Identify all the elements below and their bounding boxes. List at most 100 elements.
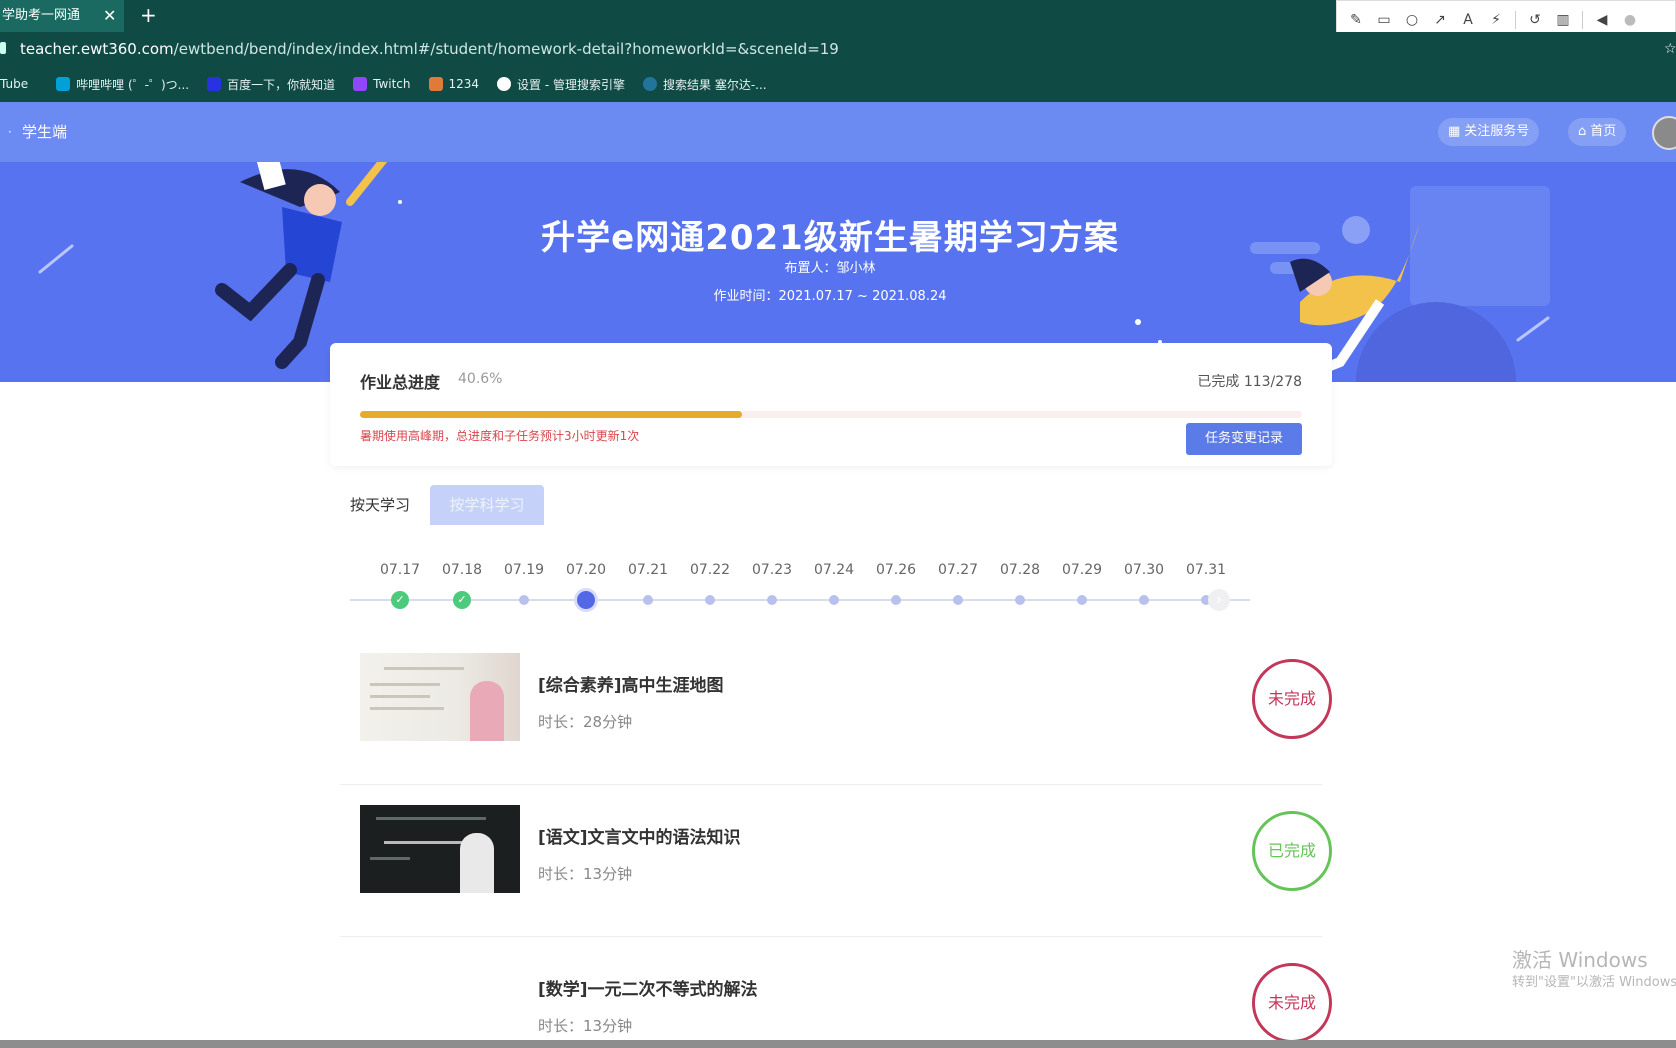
url-text[interactable]: teacher.ewt360.com/ewtbend/bend/index/in… — [20, 32, 839, 66]
completed-label: 已完成 — [1197, 374, 1240, 390]
timeline-date[interactable]: 07.28 — [990, 562, 1050, 578]
task-item[interactable]: [数学]一元二次不等式的解法 时长：13分钟 未完成 — [340, 937, 1332, 1048]
microphone-icon[interactable]: ● — [1621, 11, 1639, 29]
timeline-date[interactable]: 07.17 — [370, 562, 430, 578]
timeline-date[interactable]: 07.26 — [866, 562, 926, 578]
timeline-date[interactable]: 07.20 — [556, 562, 616, 578]
browser-tab[interactable]: 学助考一网通 ✕ — [0, 0, 124, 32]
undo-icon[interactable]: ↺ — [1526, 11, 1544, 29]
bookmark-label: Tube — [0, 77, 29, 91]
timeline-date[interactable]: 07.22 — [680, 562, 740, 578]
teacher-figure — [460, 833, 494, 893]
timeline-dot[interactable] — [643, 595, 653, 605]
address-bar[interactable]: teacher.ewt360.com/ewtbend/bend/index/in… — [0, 32, 1676, 66]
timeline-dot[interactable] — [705, 595, 715, 605]
tab-by-subject[interactable]: 按学科学习 — [430, 485, 544, 525]
progress-fill — [360, 411, 742, 418]
timeline-date[interactable]: 07.18 — [432, 562, 492, 578]
task-title[interactable]: [语文]文言文中的语法知识 — [538, 823, 741, 848]
toolbar-divider — [1515, 11, 1516, 29]
task-item[interactable]: [语文]文言文中的语法知识 时长：13分钟 已完成 — [340, 785, 1332, 937]
timeline-date[interactable]: 07.23 — [742, 562, 802, 578]
task-duration: 时长：13分钟 — [538, 865, 633, 883]
timeline-dot[interactable] — [953, 595, 963, 605]
toolbar-divider — [1582, 11, 1583, 29]
timeline-dot[interactable] — [1077, 595, 1087, 605]
tab-by-day[interactable]: 按天学习 — [330, 485, 430, 525]
timeline-date[interactable]: 07.30 — [1114, 562, 1174, 578]
progress-track — [360, 411, 1302, 418]
timeline-date[interactable]: 07.31 — [1176, 562, 1236, 578]
wordpress-icon — [643, 77, 658, 91]
trash-icon[interactable]: ▥ — [1554, 11, 1572, 29]
arrow-icon[interactable]: ↗ — [1431, 11, 1449, 29]
bookmark-bilibili[interactable]: 哔哩哔哩 (゜-゜)つ... — [56, 76, 189, 93]
section-title[interactable]: 学生端 — [22, 102, 67, 162]
home-label: 首页 — [1590, 124, 1617, 139]
timeline-track — [350, 599, 1250, 601]
timeline-dot[interactable] — [829, 595, 839, 605]
qrcode-icon: ▦ — [1448, 124, 1461, 139]
task-duration: 时长：13分钟 — [538, 1017, 633, 1035]
timeline-date[interactable]: 07.29 — [1052, 562, 1112, 578]
bookmark-label: Twitch — [373, 77, 411, 91]
progress-title: 作业总进度 — [360, 373, 441, 392]
magic-wand-icon[interactable]: ⚡ — [1487, 11, 1505, 29]
video-thumbnail[interactable] — [360, 653, 520, 741]
url-host: teacher.ewt360.com — [20, 40, 174, 58]
bookmark-settings[interactable]: 设置 - 管理搜索引擎 — [497, 76, 625, 93]
timeline-dot[interactable] — [767, 595, 777, 605]
decor-hill — [1356, 302, 1516, 382]
timeline-dot[interactable] — [577, 591, 595, 609]
home-button[interactable]: ⌂ 首页 — [1568, 118, 1627, 146]
study-mode-tabs: 按天学习 按学科学习 — [330, 485, 544, 525]
bilibili-icon — [56, 77, 71, 91]
timeline-dot[interactable] — [1015, 595, 1025, 605]
progress-percent: 40.6% — [458, 371, 503, 387]
url-path: /ewtbend/bend/index/index.html#/student/… — [173, 40, 839, 58]
bookmark-1234[interactable]: 1234 — [428, 77, 480, 91]
status-badge: 未完成 — [1252, 659, 1332, 739]
bookmark-label: 百度一下，你就知道 — [227, 77, 336, 92]
banner-title: 升学e网通2021级新生暑期学习方案 — [541, 218, 1119, 258]
timeline-date[interactable]: 07.21 — [618, 562, 678, 578]
task-title[interactable]: [综合素养]高中生涯地图 — [538, 671, 724, 696]
bookmark-twitch[interactable]: Twitch — [353, 77, 411, 91]
bookmark-label: 搜索结果 塞尔达-... — [663, 77, 767, 92]
text-icon[interactable]: A — [1459, 11, 1477, 29]
new-tab-button[interactable]: + — [140, 0, 157, 30]
circle-icon[interactable]: ○ — [1403, 11, 1421, 29]
timeline-next-button[interactable]: › — [1208, 589, 1230, 611]
timeline-dot[interactable] — [891, 595, 901, 605]
follow-service-button[interactable]: ▦ 关注服务号 — [1438, 118, 1540, 146]
teacher-figure — [470, 681, 504, 741]
rectangle-icon[interactable]: ▭ — [1375, 11, 1393, 29]
timeline-dot[interactable] — [519, 595, 529, 605]
completed-value: 113/278 — [1243, 374, 1302, 390]
bookmark-star-icon[interactable]: ☆ — [1664, 32, 1676, 66]
header-dot: · — [8, 125, 12, 139]
pencil-icon[interactable]: ✎ — [1347, 11, 1365, 29]
timeline-dot[interactable] — [1139, 595, 1149, 605]
task-item[interactable]: [综合素养]高中生涯地图 时长：28分钟 未完成 — [340, 633, 1332, 785]
task-title[interactable]: [数学]一元二次不等式的解法 — [538, 975, 758, 1000]
completed-count: 已完成 113/278 — [1197, 371, 1302, 391]
speaker-icon[interactable]: ◀ — [1593, 11, 1611, 29]
check-icon[interactable]: ✓ — [391, 591, 409, 609]
task-duration: 时长：28分钟 — [538, 713, 633, 731]
status-badge: 未完成 — [1252, 963, 1332, 1043]
windows-watermark-hint: 转到"设置"以激活 Windows。 — [1512, 975, 1676, 990]
timeline-date[interactable]: 07.24 — [804, 562, 864, 578]
task-change-record-button[interactable]: 任务变更记录 — [1186, 423, 1302, 455]
timeline-date[interactable]: 07.19 — [494, 562, 554, 578]
timeline-date[interactable]: 07.27 — [928, 562, 988, 578]
check-icon[interactable]: ✓ — [453, 591, 471, 609]
bookmark-baidu[interactable]: 百度一下，你就知道 — [207, 76, 335, 93]
sparkle-line — [1516, 316, 1550, 342]
video-thumbnail[interactable] — [360, 805, 520, 893]
bookmark-label: 1234 — [448, 77, 480, 91]
bookmark-search-result[interactable]: 搜索结果 塞尔达-... — [643, 76, 767, 93]
bookmark-label: 哔哩哔哩 (゜-゜)つ... — [76, 77, 190, 92]
close-tab-icon[interactable]: ✕ — [103, 0, 116, 32]
bookmark-youtube[interactable]: Tube — [0, 77, 28, 91]
